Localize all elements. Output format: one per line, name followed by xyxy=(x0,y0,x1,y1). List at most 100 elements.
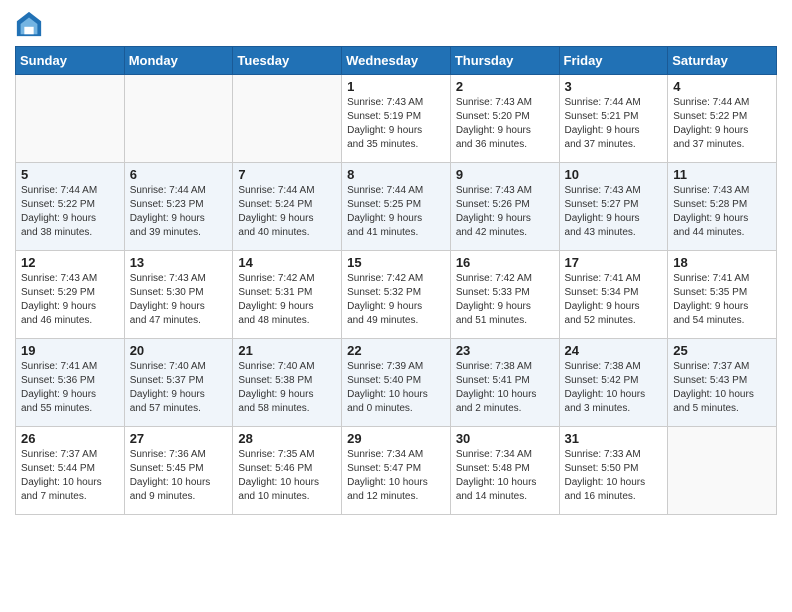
day-info: Sunrise: 7:37 AM Sunset: 5:44 PM Dayligh… xyxy=(21,448,119,504)
day-info: Sunrise: 7:43 AM Sunset: 5:28 PM Dayligh… xyxy=(673,184,771,240)
weekday-header-row: SundayMondayTuesdayWednesdayThursdayFrid… xyxy=(16,47,777,75)
logo xyxy=(15,10,47,38)
calendar-cell: 22 Sunrise: 7:39 AM Sunset: 5:40 PM Dayli… xyxy=(342,339,451,427)
calendar-cell xyxy=(16,75,125,163)
day-number: 31 xyxy=(565,431,663,446)
day-info: Sunrise: 7:43 AM Sunset: 5:29 PM Dayligh… xyxy=(21,272,119,328)
day-number: 7 xyxy=(238,167,336,182)
day-info: Sunrise: 7:43 AM Sunset: 5:19 PM Dayligh… xyxy=(347,96,445,152)
day-info: Sunrise: 7:44 AM Sunset: 5:24 PM Dayligh… xyxy=(238,184,336,240)
day-number: 19 xyxy=(21,343,119,358)
day-number: 14 xyxy=(238,255,336,270)
day-info: Sunrise: 7:44 AM Sunset: 5:23 PM Dayligh… xyxy=(130,184,228,240)
day-info: Sunrise: 7:35 AM Sunset: 5:46 PM Dayligh… xyxy=(238,448,336,504)
day-info: Sunrise: 7:43 AM Sunset: 5:30 PM Dayligh… xyxy=(130,272,228,328)
calendar-cell: 21 Sunrise: 7:40 AM Sunset: 5:38 PM Dayli… xyxy=(233,339,342,427)
day-info: Sunrise: 7:43 AM Sunset: 5:27 PM Dayligh… xyxy=(565,184,663,240)
day-number: 10 xyxy=(565,167,663,182)
week-row-2: 5 Sunrise: 7:44 AM Sunset: 5:22 PM Daylig… xyxy=(16,163,777,251)
day-number: 23 xyxy=(456,343,554,358)
calendar-cell: 6 Sunrise: 7:44 AM Sunset: 5:23 PM Daylig… xyxy=(124,163,233,251)
week-row-3: 12 Sunrise: 7:43 AM Sunset: 5:29 PM Dayli… xyxy=(16,251,777,339)
day-info: Sunrise: 7:43 AM Sunset: 5:26 PM Dayligh… xyxy=(456,184,554,240)
day-info: Sunrise: 7:34 AM Sunset: 5:48 PM Dayligh… xyxy=(456,448,554,504)
day-number: 6 xyxy=(130,167,228,182)
week-row-4: 19 Sunrise: 7:41 AM Sunset: 5:36 PM Dayli… xyxy=(16,339,777,427)
day-number: 2 xyxy=(456,79,554,94)
calendar-cell: 26 Sunrise: 7:37 AM Sunset: 5:44 PM Dayli… xyxy=(16,427,125,515)
day-number: 5 xyxy=(21,167,119,182)
day-info: Sunrise: 7:39 AM Sunset: 5:40 PM Dayligh… xyxy=(347,360,445,416)
calendar-cell: 2 Sunrise: 7:43 AM Sunset: 5:20 PM Daylig… xyxy=(450,75,559,163)
day-info: Sunrise: 7:33 AM Sunset: 5:50 PM Dayligh… xyxy=(565,448,663,504)
day-number: 17 xyxy=(565,255,663,270)
weekday-header-tuesday: Tuesday xyxy=(233,47,342,75)
day-info: Sunrise: 7:37 AM Sunset: 5:43 PM Dayligh… xyxy=(673,360,771,416)
day-info: Sunrise: 7:41 AM Sunset: 5:34 PM Dayligh… xyxy=(565,272,663,328)
calendar-cell: 14Sunrise: 7:42 AM Sunset: 5:31 PM Dayli… xyxy=(233,251,342,339)
calendar-cell: 20 Sunrise: 7:40 AM Sunset: 5:37 PM Dayli… xyxy=(124,339,233,427)
weekday-header-saturday: Saturday xyxy=(668,47,777,75)
day-number: 25 xyxy=(673,343,771,358)
day-number: 28 xyxy=(238,431,336,446)
calendar-table: SundayMondayTuesdayWednesdayThursdayFrid… xyxy=(15,46,777,515)
day-number: 29 xyxy=(347,431,445,446)
calendar-cell: 3Sunrise: 7:44 AM Sunset: 5:21 PM Daylig… xyxy=(559,75,668,163)
week-row-1: 1 Sunrise: 7:43 AM Sunset: 5:19 PM Daylig… xyxy=(16,75,777,163)
logo-icon xyxy=(15,10,43,38)
weekday-header-wednesday: Wednesday xyxy=(342,47,451,75)
page: SundayMondayTuesdayWednesdayThursdayFrid… xyxy=(0,0,792,530)
calendar-cell: 12 Sunrise: 7:43 AM Sunset: 5:29 PM Dayli… xyxy=(16,251,125,339)
calendar-cell: 28 Sunrise: 7:35 AM Sunset: 5:46 PM Dayli… xyxy=(233,427,342,515)
day-number: 1 xyxy=(347,79,445,94)
weekday-header-sunday: Sunday xyxy=(16,47,125,75)
day-info: Sunrise: 7:36 AM Sunset: 5:45 PM Dayligh… xyxy=(130,448,228,504)
day-number: 20 xyxy=(130,343,228,358)
day-info: Sunrise: 7:34 AM Sunset: 5:47 PM Dayligh… xyxy=(347,448,445,504)
calendar-cell: 11 Sunrise: 7:43 AM Sunset: 5:28 PM Dayli… xyxy=(668,163,777,251)
day-number: 24 xyxy=(565,343,663,358)
calendar-cell xyxy=(124,75,233,163)
day-info: Sunrise: 7:40 AM Sunset: 5:38 PM Dayligh… xyxy=(238,360,336,416)
calendar-cell: 30 Sunrise: 7:34 AM Sunset: 5:48 PM Dayli… xyxy=(450,427,559,515)
calendar-cell: 7 Sunrise: 7:44 AM Sunset: 5:24 PM Daylig… xyxy=(233,163,342,251)
calendar-cell: 29 Sunrise: 7:34 AM Sunset: 5:47 PM Dayli… xyxy=(342,427,451,515)
day-info: Sunrise: 7:44 AM Sunset: 5:22 PM Dayligh… xyxy=(21,184,119,240)
day-info: Sunrise: 7:44 AM Sunset: 5:22 PM Dayligh… xyxy=(673,96,771,152)
day-number: 3 xyxy=(565,79,663,94)
weekday-header-thursday: Thursday xyxy=(450,47,559,75)
day-number: 15 xyxy=(347,255,445,270)
day-number: 22 xyxy=(347,343,445,358)
day-number: 16 xyxy=(456,255,554,270)
calendar-cell: 5 Sunrise: 7:44 AM Sunset: 5:22 PM Daylig… xyxy=(16,163,125,251)
calendar-cell: 15Sunrise: 7:42 AM Sunset: 5:32 PM Dayli… xyxy=(342,251,451,339)
calendar-cell: 31 Sunrise: 7:33 AM Sunset: 5:50 PM Dayli… xyxy=(559,427,668,515)
calendar-cell: 18Sunrise: 7:41 AM Sunset: 5:35 PM Dayli… xyxy=(668,251,777,339)
calendar-cell: 9 Sunrise: 7:43 AM Sunset: 5:26 PM Daylig… xyxy=(450,163,559,251)
calendar-cell: 13 Sunrise: 7:43 AM Sunset: 5:30 PM Dayli… xyxy=(124,251,233,339)
day-number: 26 xyxy=(21,431,119,446)
day-number: 30 xyxy=(456,431,554,446)
calendar-cell: 25 Sunrise: 7:37 AM Sunset: 5:43 PM Dayli… xyxy=(668,339,777,427)
calendar-cell: 23 Sunrise: 7:38 AM Sunset: 5:41 PM Dayli… xyxy=(450,339,559,427)
day-number: 13 xyxy=(130,255,228,270)
day-info: Sunrise: 7:43 AM Sunset: 5:20 PM Dayligh… xyxy=(456,96,554,152)
day-number: 21 xyxy=(238,343,336,358)
calendar-cell: 27 Sunrise: 7:36 AM Sunset: 5:45 PM Dayli… xyxy=(124,427,233,515)
weekday-header-friday: Friday xyxy=(559,47,668,75)
day-number: 8 xyxy=(347,167,445,182)
day-info: Sunrise: 7:44 AM Sunset: 5:25 PM Dayligh… xyxy=(347,184,445,240)
day-number: 12 xyxy=(21,255,119,270)
calendar-cell xyxy=(233,75,342,163)
day-number: 18 xyxy=(673,255,771,270)
day-number: 4 xyxy=(673,79,771,94)
day-info: Sunrise: 7:41 AM Sunset: 5:36 PM Dayligh… xyxy=(21,360,119,416)
day-info: Sunrise: 7:42 AM Sunset: 5:33 PM Dayligh… xyxy=(456,272,554,328)
day-info: Sunrise: 7:38 AM Sunset: 5:41 PM Dayligh… xyxy=(456,360,554,416)
day-number: 9 xyxy=(456,167,554,182)
day-number: 11 xyxy=(673,167,771,182)
calendar-cell: 17 Sunrise: 7:41 AM Sunset: 5:34 PM Dayli… xyxy=(559,251,668,339)
day-info: Sunrise: 7:40 AM Sunset: 5:37 PM Dayligh… xyxy=(130,360,228,416)
day-number: 27 xyxy=(130,431,228,446)
calendar-cell: 1 Sunrise: 7:43 AM Sunset: 5:19 PM Daylig… xyxy=(342,75,451,163)
